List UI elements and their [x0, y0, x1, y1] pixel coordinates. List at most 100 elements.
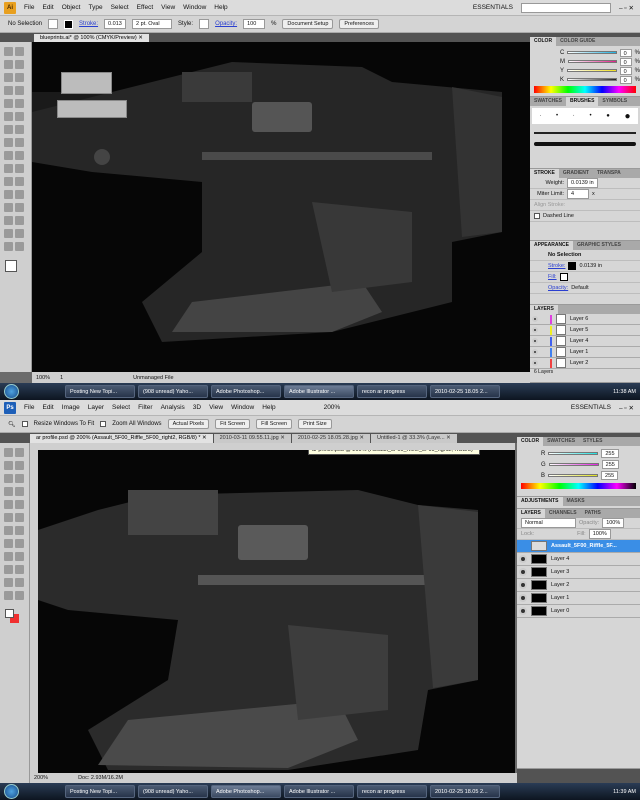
task-firefox-posting[interactable]: Posting New Topi...	[65, 385, 135, 398]
task-firefox-yahoo[interactable]: (908 unread) Yaho...	[138, 385, 208, 398]
zoom-all-checkbox[interactable]	[100, 421, 107, 427]
style-select[interactable]	[199, 19, 210, 29]
layer-row[interactable]: Layer 6	[530, 314, 640, 325]
layer-row[interactable]: Layer 4	[530, 336, 640, 347]
actual-pixels-button[interactable]: Actual Pixels	[167, 419, 210, 429]
layer-row[interactable]: Layer 0	[517, 605, 640, 618]
status-info[interactable]: Unmanaged File	[133, 375, 173, 381]
fill-color-swatch[interactable]	[5, 260, 17, 272]
brush-select[interactable]: 2 pt. Oval	[132, 19, 173, 29]
ps-tools[interactable]	[3, 447, 27, 603]
floating-shape-tools[interactable]	[57, 100, 127, 118]
menu-view[interactable]: View	[161, 4, 175, 11]
menu-file[interactable]: File	[24, 4, 34, 11]
clock[interactable]: 11:38 AM	[613, 389, 640, 395]
channel-value[interactable]: 255	[601, 471, 619, 480]
ps-menu-select[interactable]: Select	[112, 404, 130, 411]
print-size-button[interactable]: Print Size	[298, 419, 332, 429]
layer-row[interactable]: Layer 1	[530, 347, 640, 358]
layer-opacity-field[interactable]: 100%	[602, 518, 625, 528]
layer-row[interactable]: Layer 4	[517, 553, 640, 566]
doc-tab-ar-profile[interactable]: ar profile.psd @ 200% (Assault_5F00_Riff…	[30, 434, 213, 443]
artboard-number[interactable]: 1	[60, 375, 63, 381]
channel-value[interactable]: 255	[601, 460, 619, 469]
menu-select[interactable]: Select	[111, 4, 129, 11]
menu-type[interactable]: Type	[88, 4, 102, 11]
ps-color-spectrum[interactable]	[521, 483, 636, 489]
layer-row[interactable]: Assault_5F00_Riffle_5F...	[517, 540, 640, 553]
stroke-swatch[interactable]	[64, 19, 74, 29]
channel-value[interactable]: 0	[619, 57, 632, 66]
menu-window[interactable]: Window	[183, 4, 206, 11]
menu-object[interactable]: Object	[62, 4, 81, 11]
ps-menu-filter[interactable]: Filter	[138, 404, 152, 411]
ps-menu-analysis[interactable]: Analysis	[161, 404, 185, 411]
visibility-eye-icon[interactable]	[519, 568, 527, 576]
tools[interactable]	[3, 46, 27, 254]
doc-tab-jpg-2[interactable]: 2010-02-25 18.05.28.jpg ✕	[291, 434, 370, 443]
ps-menu-file[interactable]: File	[24, 404, 34, 411]
visibility-eye-icon[interactable]	[519, 555, 527, 563]
task-photoshop[interactable]: Adobe Photoshop...	[211, 385, 281, 398]
layer-row[interactable]: Layer 2	[530, 358, 640, 369]
ps-zoom-level[interactable]: 200%	[34, 775, 48, 781]
ps-menu-3d[interactable]: 3D	[193, 404, 201, 411]
search-input[interactable]	[521, 2, 612, 13]
doc-tab-jpg-1[interactable]: 2010-03-11 09.55.11.jpg ✕	[213, 434, 291, 443]
task-folder[interactable]: recon ar progress	[357, 385, 427, 398]
visibility-eye-icon[interactable]	[519, 594, 527, 602]
stroke-weight-field[interactable]: 0.013	[104, 19, 127, 29]
visibility-eye-icon[interactable]	[532, 327, 538, 333]
channel-value[interactable]: 0	[619, 66, 632, 75]
task-image[interactable]: 2010-02-25 18.05 2...	[430, 385, 500, 398]
start-button[interactable]	[4, 784, 19, 799]
ps-workspace-switcher[interactable]: ESSENTIALS	[571, 404, 611, 411]
task-image[interactable]: 2010-02-25 18.05 2...	[430, 785, 500, 798]
doc-tab-untitled[interactable]: Untitled-1 @ 33.3% (Laye... ✕	[370, 434, 457, 443]
menu-edit[interactable]: Edit	[42, 4, 53, 11]
visibility-eye-icon[interactable]	[532, 360, 538, 366]
channel-slider[interactable]	[567, 78, 617, 81]
layer-fill-field[interactable]: 100%	[588, 529, 611, 539]
channel-slider[interactable]	[548, 474, 599, 477]
stroke-weight-input[interactable]: 0.0139 in	[567, 178, 598, 188]
workspace-switcher[interactable]: ESSENTIALS	[473, 4, 513, 11]
blend-mode-select[interactable]: Normal	[521, 518, 576, 528]
channel-slider[interactable]	[548, 452, 599, 455]
channel-slider[interactable]	[567, 51, 617, 54]
dashed-line-checkbox[interactable]	[534, 213, 540, 219]
layer-row[interactable]: Layer 5	[530, 325, 640, 336]
doc-size[interactable]: Doc: 2.93M/16.2M	[78, 775, 123, 781]
layer-row[interactable]: Layer 2	[517, 579, 640, 592]
task-photoshop[interactable]: Adobe Photoshop...	[211, 785, 281, 798]
ps-menu-window[interactable]: Window	[231, 404, 254, 411]
ai-artboard[interactable]	[32, 42, 530, 372]
miter-limit-input[interactable]: 4	[567, 189, 589, 199]
window-controls[interactable]: – ▫ ✕	[619, 4, 640, 12]
ps-canvas[interactable]: ar profile.psd @ 200% (Assault_5F00_Riff…	[30, 443, 515, 773]
document-setup-button[interactable]: Document Setup	[282, 19, 334, 29]
channel-value[interactable]: 255	[601, 449, 619, 458]
visibility-eye-icon[interactable]	[532, 349, 538, 355]
ps-menu-view[interactable]: View	[209, 404, 223, 411]
channel-value[interactable]: 0	[619, 48, 632, 57]
stroke-label[interactable]: Stroke:	[79, 21, 98, 27]
resize-windows-checkbox[interactable]	[21, 421, 28, 427]
task-folder[interactable]: recon ar progress	[357, 785, 427, 798]
visibility-eye-icon[interactable]	[519, 581, 527, 589]
floating-pen-tools[interactable]	[61, 72, 112, 94]
fill-swatch[interactable]	[48, 19, 59, 29]
start-button[interactable]	[4, 384, 19, 399]
layer-row[interactable]: Layer 1	[517, 592, 640, 605]
channel-slider[interactable]	[567, 69, 617, 72]
preferences-button[interactable]: Preferences	[339, 19, 380, 29]
opacity-label[interactable]: Opacity:	[215, 21, 237, 27]
zoom-level-menu[interactable]: 200%	[324, 404, 341, 411]
zoom-level[interactable]: 100%	[36, 375, 50, 381]
channel-slider[interactable]	[548, 463, 599, 466]
brush-grid[interactable]: · • · • ● ●	[532, 108, 638, 124]
task-firefox-yahoo[interactable]: (908 unread) Yaho...	[138, 785, 208, 798]
visibility-eye-icon[interactable]	[532, 316, 538, 322]
layer-row[interactable]: Layer 3	[517, 566, 640, 579]
color-spectrum[interactable]	[534, 86, 636, 93]
